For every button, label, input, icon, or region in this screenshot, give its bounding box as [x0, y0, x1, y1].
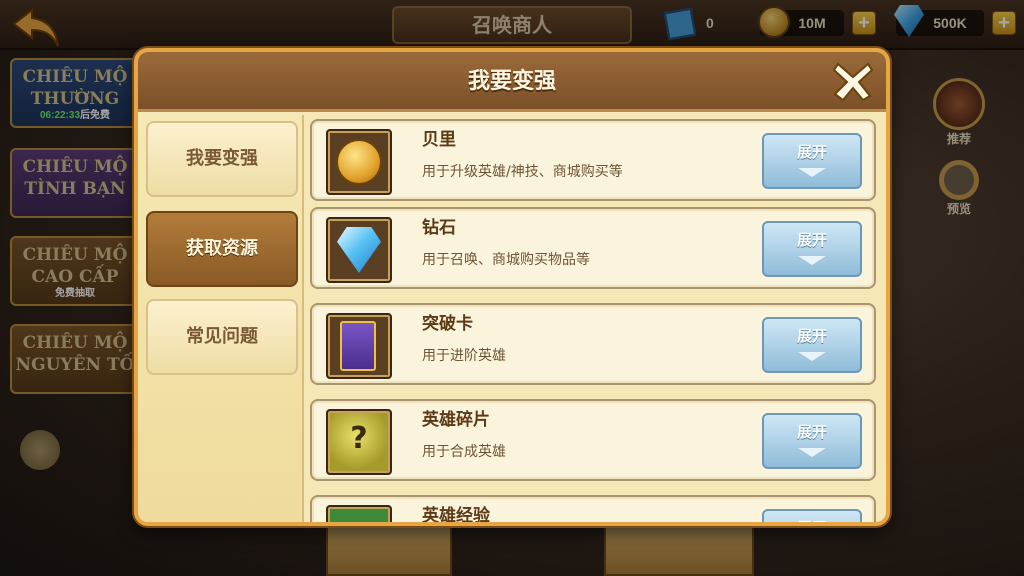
list-item: 钻石 用于召唤、商城购买物品等 展开: [310, 207, 876, 289]
expand-button[interactable]: 展开: [762, 221, 862, 277]
list-item: 英雄经验 展开: [310, 495, 876, 522]
breakthrough-card-icon: [340, 321, 376, 371]
resource-list[interactable]: 贝里 用于升级英雄/神技、商城购买等 展开 钻石 用于召唤、商城购买物品等 展开: [308, 115, 886, 522]
hero-exp-icon: [330, 509, 388, 522]
chevron-down-icon: [798, 448, 826, 457]
close-icon[interactable]: [832, 60, 874, 102]
list-item: 突破卡 用于进阶英雄 展开: [310, 303, 876, 385]
dialog-title: 我要变强: [467, 69, 556, 94]
expand-label: 展开: [796, 423, 827, 441]
expand-button[interactable]: 展开: [762, 413, 862, 469]
expand-button[interactable]: 展开: [762, 317, 862, 373]
chevron-down-icon: [798, 256, 826, 265]
chevron-down-icon: [798, 352, 826, 361]
expand-label: 展开: [796, 143, 827, 161]
tab-list: 我要变强 获取资源 常见问题: [138, 115, 304, 522]
item-name: 钻石: [422, 218, 456, 238]
item-desc: 用于进阶英雄: [422, 348, 506, 364]
list-item: 贝里 用于升级英雄/神技、商城购买等 展开: [310, 119, 876, 201]
hero-fragment-icon: ?: [330, 413, 388, 471]
expand-button[interactable]: 展开: [762, 509, 862, 522]
list-item: ? 英雄碎片 用于合成英雄 展开: [310, 399, 876, 481]
dialog-body: 我要变强 获取资源 常见问题 贝里 用于升级英雄/神技、商城购买等 展开 钻石 …: [138, 115, 886, 522]
item-icon-frame: [326, 129, 392, 195]
item-icon-frame: [326, 313, 392, 379]
tab-get-resources[interactable]: 获取资源: [146, 211, 298, 287]
item-desc: 用于合成英雄: [422, 444, 506, 460]
item-name: 突破卡: [422, 314, 473, 334]
expand-label: 展开: [796, 231, 827, 249]
item-icon-frame: [326, 217, 392, 283]
tab-faq[interactable]: 常见问题: [146, 299, 298, 375]
item-icon-frame: [326, 505, 392, 522]
item-name: 贝里: [422, 130, 456, 150]
tab-get-stronger[interactable]: 我要变强: [146, 121, 298, 197]
expand-button[interactable]: 展开: [762, 133, 862, 189]
diamond-icon: [337, 227, 381, 273]
expand-label: 展开: [796, 327, 827, 345]
item-name: 英雄经验: [422, 506, 490, 522]
item-desc: 用于召唤、商城购买物品等: [422, 252, 590, 268]
expand-label: 展开: [764, 517, 860, 522]
berry-coin-icon: [336, 139, 382, 185]
item-desc: 用于升级英雄/神技、商城购买等: [422, 164, 623, 180]
item-name: 英雄碎片: [422, 410, 490, 430]
strengthen-dialog: 我要变强 我要变强 获取资源 常见问题 贝里 用于升级英雄/神技、商城购买等 展…: [134, 48, 890, 526]
item-icon-frame: ?: [326, 409, 392, 475]
chevron-down-icon: [798, 168, 826, 177]
